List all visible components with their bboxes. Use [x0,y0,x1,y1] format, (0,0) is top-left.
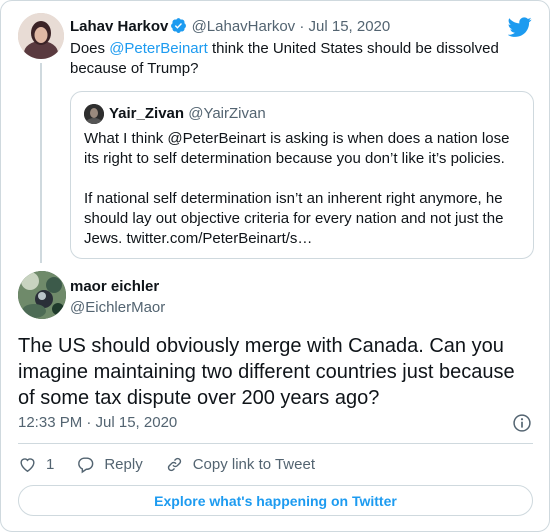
avatar[interactable] [18,13,64,59]
parent-tweet-header: Lahav Harkov @LahavHarkov · Jul 15, 2020 [70,17,390,35]
author-name: Yair_Zivan [109,105,185,122]
tweet-timestamp[interactable]: 12:33 PM · Jul 15, 2020 [18,414,177,431]
avatar [84,104,104,124]
quoted-paragraph: What I think @PeterBeinart is asking is … [84,130,510,167]
quoted-tweet-text: What I think @PeterBeinart is asking is … [84,129,524,249]
quoted-tweet[interactable]: Yair_Zivan @YairZivan What I think @Pete… [70,91,534,259]
copy-link-label: Copy link to Tweet [192,455,315,473]
like-count: 1 [46,455,55,473]
author-name[interactable]: maor eichler [70,278,159,295]
tweet-date[interactable]: Jul 15, 2020 [309,18,391,35]
author-name[interactable]: Lahav Harkov [70,18,168,35]
quoted-paragraph: If national self determination isn’t an … [84,190,504,247]
avatar-photo-icon [18,13,64,59]
link-icon [167,457,181,471]
reply-label: Reply [104,455,143,473]
mention-link[interactable]: @PeterBeinart [109,40,208,57]
author-handle[interactable]: @EichlerMaor [70,299,165,316]
text-segment: Does [70,40,110,57]
tweet-embed-card: Lahav Harkov @LahavHarkov · Jul 15, 2020… [0,0,550,532]
separator-dot: · [299,18,305,35]
author-handle[interactable]: @LahavHarkov [192,18,296,35]
verified-badge-icon [171,18,187,34]
quoted-tweet-header: Yair_Zivan @YairZivan [109,105,266,122]
reply-bubble-icon [78,456,94,473]
avatar-photo-icon [84,104,104,124]
reply-button[interactable]: Reply [76,455,143,474]
copy-link-button[interactable]: Copy link to Tweet [165,455,315,474]
tweet-text: The US should obviously merge with Canad… [18,335,515,409]
avatar-photo-icon [18,271,66,319]
author-handle: @YairZivan [188,105,266,122]
avatar[interactable] [18,271,66,319]
like-button[interactable]: 1 [18,455,54,474]
divider [18,443,533,444]
explore-button[interactable]: Explore what's happening on Twitter [18,485,533,516]
parent-tweet-text: Does @PeterBeinart think the United Stat… [70,39,520,79]
thread-connector-line [40,63,42,263]
tweet-actions: 1 Reply Copy link to Tweet [18,453,337,475]
info-icon[interactable] [512,413,532,433]
heart-icon [20,457,35,472]
twitter-bird-icon[interactable] [508,15,532,39]
